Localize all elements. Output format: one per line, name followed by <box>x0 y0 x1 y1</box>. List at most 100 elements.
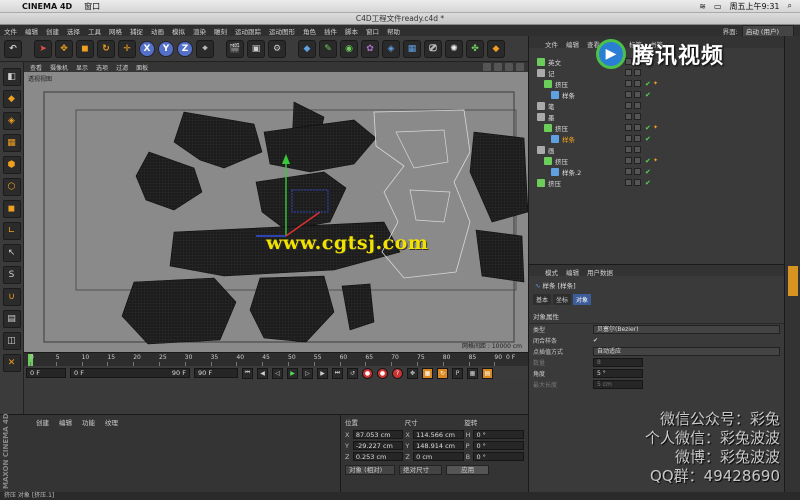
object-visibility-flags[interactable] <box>625 135 641 142</box>
editor-visibility-icon[interactable] <box>625 146 632 153</box>
menu-item[interactable]: 网格 <box>109 26 122 36</box>
search-icon[interactable]: ⌕ <box>788 1 792 11</box>
polygons-mode-icon[interactable]: ◼ <box>2 200 21 218</box>
go-to-end-icon[interactable]: ⏭ <box>332 367 343 379</box>
object-visibility-flags[interactable] <box>625 102 641 109</box>
tag-icon[interactable]: ◆ <box>487 39 505 58</box>
attribute-tab[interactable]: 基本 <box>533 294 552 305</box>
enabled-check-icon[interactable]: ✔ <box>645 80 651 88</box>
menu-item[interactable]: 文件 <box>4 26 17 36</box>
coord-rotation-field[interactable]: 0 ° <box>473 452 524 461</box>
object-visibility-flags[interactable] <box>625 124 641 131</box>
phong-tag-icon[interactable]: ✦ <box>653 80 658 87</box>
layout-dropdown[interactable]: 启动 (用户) <box>741 24 794 37</box>
render-visibility-icon[interactable] <box>634 157 641 164</box>
render-visibility-icon[interactable] <box>634 146 641 153</box>
array-icon[interactable]: ✿ <box>361 39 379 58</box>
object-name[interactable]: 挤压 <box>555 123 568 133</box>
viewport-menu-item[interactable]: 过滤 <box>116 63 128 72</box>
os-datetime[interactable]: 周五上午9:31 <box>730 1 780 12</box>
deformer-icon[interactable]: ◈ <box>382 39 400 58</box>
enabled-check-icon[interactable]: ✔ <box>645 135 651 143</box>
editor-visibility-icon[interactable] <box>625 102 632 109</box>
lock-workplane-icon[interactable]: ▤ <box>2 310 21 328</box>
coord-position-field[interactable]: 0.253 cm <box>352 452 404 461</box>
menu-item[interactable]: 渲染 <box>193 26 206 36</box>
attribute-number-field[interactable]: 5 cm <box>593 380 643 389</box>
phong-tag-icon[interactable]: ✦ <box>653 157 658 164</box>
live-select-icon[interactable]: ➤ <box>34 39 52 58</box>
pen-icon[interactable]: ✎ <box>319 39 337 58</box>
subdivision-icon[interactable]: ◉ <box>340 39 358 58</box>
viewport-menu-item[interactable]: 摄像机 <box>50 63 68 72</box>
viewport-move-icon[interactable] <box>483 63 491 71</box>
object-visibility-flags[interactable] <box>625 146 641 153</box>
menu-item[interactable]: 动画 <box>151 26 164 36</box>
render-visibility-icon[interactable] <box>634 91 641 98</box>
menu-item[interactable]: 雕刻 <box>214 26 227 36</box>
render-visibility-icon[interactable] <box>634 102 641 109</box>
attribute-dropdown[interactable]: 自动适应 <box>593 347 780 356</box>
material-menu-item[interactable]: 纹理 <box>105 417 118 427</box>
object-name[interactable]: 挤压 <box>548 178 561 188</box>
scale-icon[interactable]: ◼ <box>76 39 94 58</box>
start-frame-field[interactable]: 0 F <box>26 368 66 378</box>
object-row[interactable]: 挤压 ✔ ✦ <box>537 78 777 89</box>
snap-icon[interactable]: S <box>2 266 21 284</box>
editor-visibility-icon[interactable] <box>625 157 632 164</box>
object-visibility-flags[interactable] <box>625 91 641 98</box>
editor-visibility-icon[interactable] <box>625 179 632 186</box>
object-visibility-flags[interactable] <box>625 168 641 175</box>
render-visibility-icon[interactable] <box>634 135 641 142</box>
menu-item[interactable]: 工具 <box>88 26 101 36</box>
render-visibility-icon[interactable] <box>634 113 641 120</box>
editor-visibility-icon[interactable] <box>625 91 632 98</box>
viewport-layout-icon[interactable] <box>516 63 524 71</box>
mograph-icon[interactable]: ✤ <box>466 39 484 58</box>
planar-workplane-icon[interactable]: ◫ <box>2 332 21 350</box>
record-icon[interactable]: ● <box>362 367 373 379</box>
object-row[interactable]: 挤压 ✔ ✦ <box>537 122 777 133</box>
key-pla-icon[interactable]: ▦ <box>467 367 478 379</box>
menu-item[interactable]: 模拟 <box>172 26 185 36</box>
object-menu-item[interactable]: 编辑 <box>566 39 579 49</box>
menu-item[interactable]: 插件 <box>324 26 337 36</box>
render-view-icon[interactable]: 🎬 <box>226 39 244 58</box>
object-name[interactable]: 墨 <box>548 112 555 122</box>
object-name[interactable]: 样条 <box>562 90 575 100</box>
editor-visibility-icon[interactable] <box>625 80 632 87</box>
texture-mode-icon[interactable]: ◈ <box>2 112 21 130</box>
wifi-icon[interactable]: ≋ <box>699 2 706 11</box>
os-app-name[interactable]: CINEMA 4D <box>22 2 72 11</box>
loop-icon[interactable]: ↺ <box>347 367 358 379</box>
object-row[interactable]: 样条.2 ✔ <box>537 166 777 177</box>
floor-icon[interactable]: ▦ <box>403 39 421 58</box>
key-scale-icon[interactable]: ▦ <box>422 367 433 379</box>
object-row[interactable]: 样条 ✔ <box>537 133 777 144</box>
keyframe-selection-icon[interactable]: ? <box>392 367 403 379</box>
cube-icon[interactable]: ◆ <box>298 39 316 58</box>
menu-item[interactable]: 角色 <box>303 26 316 36</box>
make-editable-icon[interactable]: ◧ <box>2 68 21 86</box>
menu-item[interactable]: 捕捉 <box>130 26 143 36</box>
editor-visibility-icon[interactable] <box>625 124 632 131</box>
coord-position-field[interactable]: -29.227 cm <box>352 441 404 450</box>
coord-size-mode-dropdown[interactable]: 绝对尺寸 <box>399 465 443 475</box>
viewport-menu-item[interactable]: 显示 <box>76 63 88 72</box>
menu-item[interactable]: 脚本 <box>345 26 358 36</box>
object-name[interactable]: 画 <box>548 145 555 155</box>
attribute-menu-item[interactable]: 编辑 <box>566 267 579 277</box>
axis-x-button[interactable]: X <box>139 40 155 57</box>
light-icon[interactable]: ✺ <box>445 39 463 58</box>
transform-icon[interactable]: ✛ <box>118 39 136 58</box>
coord-mode-dropdown[interactable]: 对象 (相对) <box>345 465 396 475</box>
axis-y-button[interactable]: Y <box>158 40 174 57</box>
object-row[interactable]: 挤压 ✔ ✦ <box>537 155 777 166</box>
render-settings-icon[interactable]: ⚙ <box>268 39 286 58</box>
go-to-start-icon[interactable]: ⏮ <box>242 367 253 379</box>
render-visibility-icon[interactable] <box>634 179 641 186</box>
undo-icon[interactable]: ↶ <box>4 39 22 58</box>
object-name[interactable]: 挤压 <box>555 156 568 166</box>
enabled-check-icon[interactable]: ✔ <box>645 168 651 176</box>
object-visibility-flags[interactable] <box>625 113 641 120</box>
